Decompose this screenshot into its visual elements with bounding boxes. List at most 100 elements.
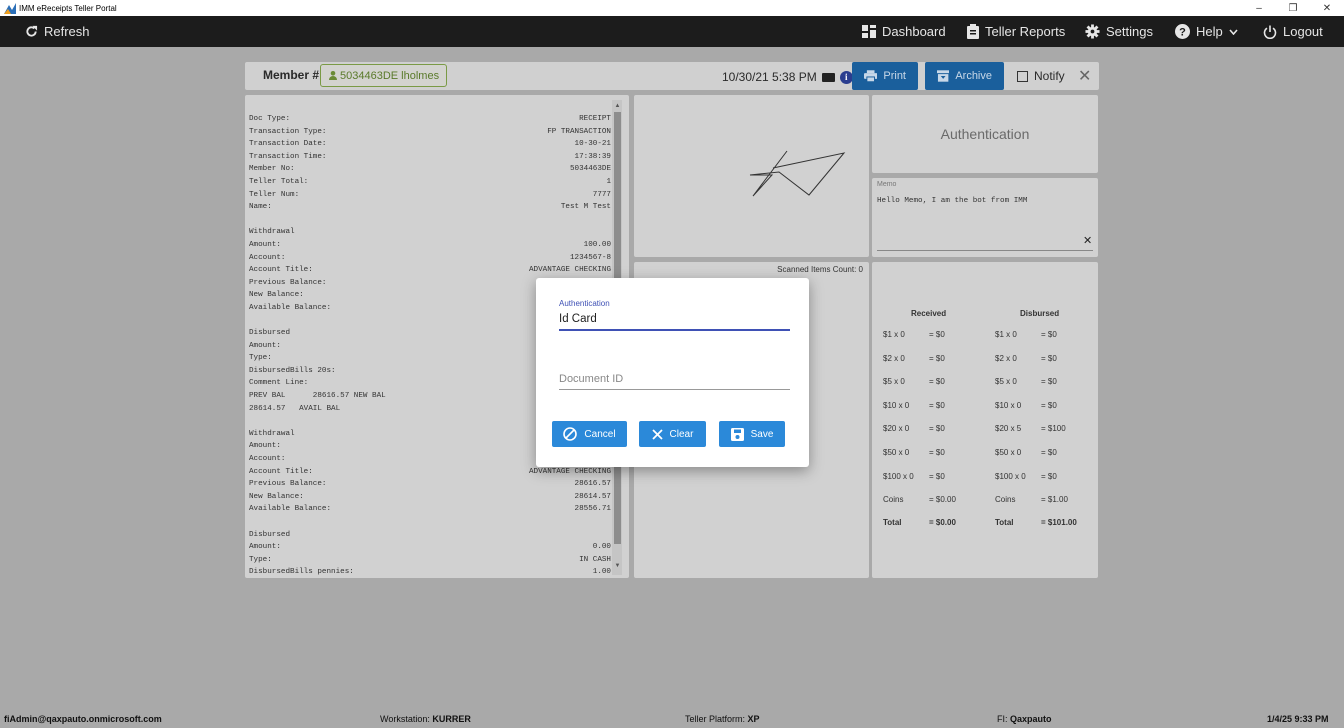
- receipt-line-value: 100.00: [583, 240, 611, 249]
- cash-cell-r-amt: = $0.00: [929, 518, 956, 527]
- dashboard-button[interactable]: Dashboard: [862, 16, 946, 47]
- cash-cell-r-denom: $1 x 0: [883, 330, 905, 339]
- cash-cell-r-amt: = $0: [929, 471, 945, 481]
- receipt-line-label: DisbursedBills 20s:: [249, 366, 336, 375]
- notify-label: Notify: [1034, 69, 1065, 83]
- clear-button[interactable]: Clear: [639, 421, 706, 447]
- receipt-line-label: Account Title:: [249, 467, 313, 476]
- cash-cell-r-amt: = $0: [929, 353, 945, 363]
- receipt-line: Transaction Date: 10-30-21: [249, 138, 611, 151]
- receipt-line-label: Previous Balance:: [249, 480, 327, 489]
- cash-cell-r-amt: = $0: [929, 400, 945, 410]
- cash-cell-d-amt: = $0: [1041, 330, 1057, 339]
- cash-cell-d-amt: = $0: [1041, 353, 1057, 363]
- restore-button[interactable]: ❐: [1276, 0, 1310, 16]
- memo-input[interactable]: Hello Memo, I am the bot from IMM: [877, 197, 1027, 205]
- printer-icon: [864, 70, 878, 82]
- receipt-line-label: Disbursed: [249, 530, 291, 539]
- refresh-button[interactable]: Refresh: [25, 16, 90, 47]
- clear-label: Clear: [669, 428, 694, 440]
- cash-cell-r-denom: $10 x 0: [883, 400, 910, 410]
- archive-button[interactable]: Archive: [925, 62, 1004, 90]
- save-button[interactable]: Save: [719, 421, 785, 447]
- receipt-line-label: Doc Type:: [249, 115, 291, 123]
- receipt-line-label: Amount:: [249, 341, 281, 350]
- receipt-line-value: RECEIPT: [579, 115, 611, 123]
- receipt-line: Amount: 0.00: [249, 541, 611, 554]
- receipt-line-value: 28556.71: [574, 505, 611, 514]
- receipt-line-value: 10-30-21: [574, 140, 611, 149]
- workstation-value: KURRER: [432, 714, 471, 724]
- cash-cell-d-denom: $20 x 5: [995, 424, 1022, 434]
- close-member-button[interactable]: ✕: [1078, 66, 1091, 86]
- member-toolbar: Member #: 5034463DE lholmes 10/30/21 5:3…: [245, 62, 1099, 90]
- logout-button[interactable]: Logout: [1263, 16, 1323, 47]
- receipt-line: Member No: 5034463DE: [249, 163, 611, 176]
- cash-cell-r-amt: = $0: [929, 330, 945, 339]
- cash-cell-r-denom: $50 x 0: [883, 448, 910, 457]
- archive-label: Archive: [955, 70, 992, 82]
- cash-cell-d-amt: = $0: [1041, 471, 1057, 481]
- cash-cell-d-amt: = $101.00: [1041, 518, 1077, 527]
- receipt-line-label: Account Title:: [249, 266, 313, 275]
- teller-reports-button[interactable]: Teller Reports: [967, 16, 1065, 47]
- receipt-line-value: 7777: [592, 190, 611, 199]
- authentication-dialog: Authentication Id Card Document ID Cance…: [536, 278, 809, 467]
- scroll-up-arrow-icon[interactable]: ▲: [613, 102, 622, 110]
- cash-cell-d-amt: = $1.00: [1041, 495, 1068, 505]
- receipt-line-label: Type:: [249, 555, 272, 564]
- cash-cell-r-denom: $100 x 0: [883, 471, 914, 481]
- print-button[interactable]: Print: [852, 62, 918, 90]
- cash-panel: Received Disbursed $1 x 0 = $0 $1 x 0 = $0 $…: [872, 262, 1098, 578]
- member-id: 5034463DE lholmes: [340, 69, 440, 82]
- receipt-line: Account Title: ADVANTAGE CHECKING: [249, 264, 611, 277]
- scanned-items-count: Scanned Items Count: 0: [777, 265, 863, 274]
- cash-cell-r-amt: = $0.00: [929, 495, 956, 505]
- cash-cell-r-amt: = $0: [929, 448, 945, 457]
- signature-image: [749, 150, 846, 197]
- info-icon[interactable]: i: [839, 70, 853, 84]
- dashboard-label: Dashboard: [882, 24, 946, 39]
- receipt-line-label: Teller Total:: [249, 177, 309, 186]
- notify-checkbox[interactable]: Notify: [1017, 69, 1065, 83]
- receipt-line-value: 1: [606, 177, 611, 186]
- received-header: Received: [911, 309, 947, 318]
- authentication-panel[interactable]: Authentication: [872, 95, 1098, 173]
- cash-cell-d-denom: Total: [995, 518, 1014, 527]
- scroll-down-arrow-icon[interactable]: ▼: [613, 562, 622, 570]
- window-title: IMM eReceipts Teller Portal: [19, 3, 117, 13]
- refresh-label: Refresh: [44, 24, 90, 39]
- cash-cell-d-denom: Coins: [995, 495, 1016, 505]
- cash-cell-r-denom: $20 x 0: [883, 424, 910, 434]
- window-titlebar: IMM eReceipts Teller Portal – ❐ ✕: [0, 0, 1344, 16]
- receipt-line-value: 1234567-8: [569, 253, 611, 262]
- receipt-line-label: Name:: [249, 203, 272, 212]
- receipt-line: Teller Num: 7777: [249, 189, 611, 202]
- platform-label: Teller Platform:: [685, 714, 748, 724]
- member-id-chip[interactable]: 5034463DE lholmes: [320, 64, 447, 87]
- refresh-icon: [26, 25, 38, 37]
- memo-clear-button[interactable]: ✕: [1083, 234, 1092, 247]
- signature-panel: [634, 95, 869, 257]
- authentication-field[interactable]: Id Card: [559, 313, 597, 325]
- cash-cell-r-amt: = $0: [929, 377, 945, 387]
- cancel-button[interactable]: Cancel: [552, 421, 627, 447]
- settings-button[interactable]: Settings: [1085, 16, 1153, 47]
- svg-text:?: ?: [1179, 27, 1186, 39]
- close-window-button[interactable]: ✕: [1310, 0, 1344, 16]
- receipt-line-label: Transaction Type:: [249, 127, 327, 136]
- help-menu-button[interactable]: ? Help: [1175, 16, 1238, 47]
- receipt-line-value: 28614.57: [574, 492, 611, 501]
- document-id-field[interactable]: Document ID: [559, 373, 623, 385]
- datetime-text: 10/30/21 5:38 PM: [722, 70, 817, 84]
- receipt-line-value: ADVANTAGE CHECKING: [528, 266, 611, 275]
- status-platform: Teller Platform: XP: [685, 714, 760, 724]
- receipt-line-label: 28614.57 AVAIL BAL: [249, 404, 341, 413]
- memo-panel: Memo Hello Memo, I am the bot from IMM ✕: [872, 178, 1098, 257]
- receipt-line-label: Available Balance:: [249, 303, 332, 312]
- minimize-button[interactable]: –: [1242, 0, 1276, 16]
- gear-icon: [1085, 24, 1100, 39]
- cash-cell-d-amt: = $0: [1041, 400, 1057, 410]
- receipt-line: Account Title: ADVANTAGE CHECKING: [249, 466, 611, 479]
- receipt-line-label: Withdrawal: [249, 429, 295, 438]
